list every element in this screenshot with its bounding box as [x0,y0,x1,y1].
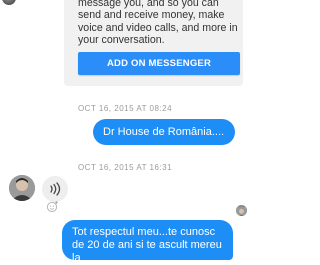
timestamp-1: OCT 16, 2015 AT 08:24 [77,104,173,113]
sender-avatar[interactable] [9,175,35,201]
add-on-messenger-button[interactable]: ADD ON MESSENGER [78,52,240,75]
top-avatar [2,0,16,5]
read-receipt-avatar [236,205,247,216]
audio-message[interactable] [42,176,68,202]
timestamp-2: OCT 16, 2015 AT 16:31 [77,163,173,172]
sound-waves-icon [50,182,61,196]
add-reaction-icon[interactable] [46,200,59,213]
outgoing-message-1[interactable]: Dr House de România.... [93,119,235,145]
promo-text: message you, and so you can send and rec… [78,0,238,46]
outgoing-message-2[interactable]: Tot respectul meu...te cunosc de 20 de a… [62,220,233,264]
